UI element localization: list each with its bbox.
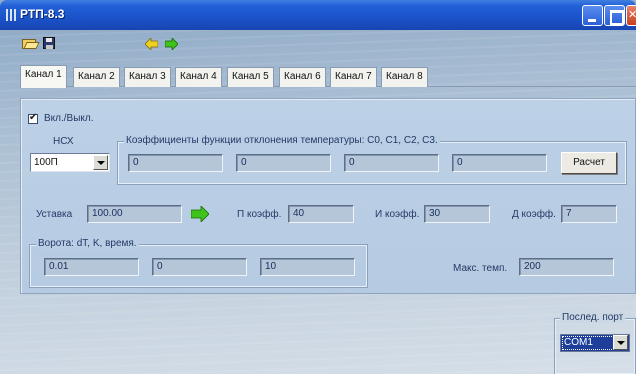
tab-channel-8[interactable]: Канал 8: [381, 67, 428, 87]
serial-port-group-title: Послед. порт: [560, 312, 626, 323]
tab-channel-3[interactable]: Канал 3: [124, 67, 171, 87]
app-icon: [6, 9, 16, 21]
gate-time-field[interactable]: 10: [260, 258, 355, 276]
c0-field[interactable]: 0: [128, 154, 223, 172]
tab-channel-1[interactable]: Канал 1: [20, 65, 67, 88]
chevron-down-icon[interactable]: [613, 335, 628, 350]
open-folder-icon[interactable]: [22, 37, 40, 49]
tab-channel-4[interactable]: Канал 4: [175, 67, 222, 87]
p-coeff-label: П коэфф.: [237, 209, 282, 220]
c2-field[interactable]: 0: [344, 154, 439, 172]
tab-channel-2[interactable]: Канал 2: [73, 67, 120, 87]
tab-channel-6[interactable]: Канал 6: [279, 67, 326, 87]
maximize-button[interactable]: [604, 5, 625, 26]
app-window: РТП-8.3 Канал 1 Канал 2 Канал 3 Канал 4 …: [0, 0, 636, 374]
serial-port-select[interactable]: COM1: [560, 334, 630, 352]
gate-k-field[interactable]: 0: [152, 258, 247, 276]
c1-field[interactable]: 0: [236, 154, 331, 172]
enable-checkbox[interactable]: [28, 112, 38, 124]
max-temp-field[interactable]: 200: [519, 258, 614, 276]
tab-channel-5[interactable]: Канал 5: [227, 67, 274, 87]
gate-dt-field[interactable]: 0.01: [44, 258, 139, 276]
title-bar[interactable]: РТП-8.3: [0, 0, 636, 30]
window-title: РТП-8.3: [20, 7, 65, 21]
coefficients-group-title: Коэффициенты функции отклонения температ…: [124, 135, 440, 146]
p-coeff-field[interactable]: 40: [288, 205, 354, 223]
i-coeff-label: И коэфф.: [375, 209, 420, 220]
nsx-label: НСХ: [53, 136, 74, 147]
nsx-select-value: 100П: [34, 157, 58, 168]
minimize-button[interactable]: [582, 5, 603, 26]
arrow-right-icon[interactable]: [191, 206, 209, 222]
arrow-right-icon[interactable]: [165, 38, 178, 50]
close-button[interactable]: [626, 5, 636, 26]
nsx-select[interactable]: 100П: [30, 153, 110, 172]
calc-button[interactable]: Расчет: [561, 152, 617, 174]
max-temp-label: Макс. темп.: [453, 263, 508, 274]
chevron-down-icon[interactable]: [93, 155, 108, 170]
setpoint-field[interactable]: 100.00: [87, 205, 182, 223]
gate-group-title: Ворота: dT, K, время.: [36, 238, 139, 249]
enable-label: Вкл./Выкл.: [44, 113, 94, 124]
c3-field[interactable]: 0: [452, 154, 547, 172]
save-icon[interactable]: [43, 37, 55, 49]
i-coeff-field[interactable]: 30: [424, 205, 490, 223]
arrow-left-icon[interactable]: [145, 38, 158, 50]
tab-channel-7[interactable]: Канал 7: [330, 67, 377, 87]
setpoint-label: Уставка: [36, 209, 73, 220]
focus-outline: [562, 336, 614, 350]
d-coeff-label: Д коэфф.: [512, 209, 556, 220]
toolbar: [0, 30, 636, 58]
d-coeff-field[interactable]: 7: [561, 205, 617, 223]
